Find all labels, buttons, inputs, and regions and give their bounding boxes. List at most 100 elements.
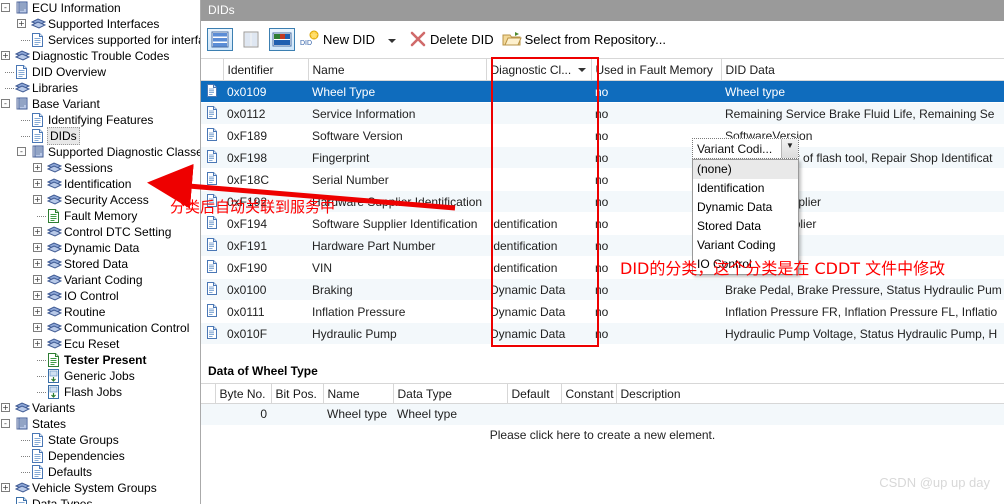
cell-name[interactable]: Braking (308, 278, 486, 301)
tree-item-routine[interactable]: + Routine (0, 304, 200, 320)
column-header-used-in-fault-memory[interactable]: Used in Fault Memory (591, 58, 722, 81)
tree-expander-icon[interactable]: + (32, 176, 45, 192)
detail-column-default[interactable]: Default (507, 383, 562, 404)
tree-item-services-supported-for-interfa[interactable]: Services supported for interfa (0, 32, 200, 48)
cell-diagnostic-class[interactable]: Dynamic Data (486, 278, 591, 301)
cell-diagnostic-class[interactable] (486, 80, 591, 103)
tree-item-stored-data[interactable]: + Stored Data (0, 256, 200, 272)
detail-view-icon[interactable] (269, 27, 295, 51)
cell-identifier[interactable]: 0xF190 (223, 257, 308, 279)
cell-used-in-fault-memory[interactable]: no (591, 278, 721, 301)
tree-item-label[interactable]: Supported Diagnostic Classes (46, 144, 200, 160)
tree-item-label[interactable]: Security Access (62, 192, 149, 208)
cell-diagnostic-class[interactable] (486, 190, 591, 213)
cell-name[interactable]: Wheel Type (308, 80, 486, 103)
create-new-element-hint-row[interactable]: Please click here to create a new elemen… (201, 424, 1004, 446)
tree-item-ecu-information[interactable]: - ECU Information (0, 0, 200, 16)
tree-item-label[interactable]: Ecu Reset (62, 336, 119, 352)
expander-glyph[interactable]: + (33, 307, 42, 316)
tree-expander-icon[interactable]: + (16, 16, 29, 32)
tree-item-label[interactable]: Control DTC Setting (62, 224, 171, 240)
cell-name[interactable]: Service Information (308, 102, 486, 125)
tree-item-states[interactable]: - States (0, 416, 200, 432)
tree-item-communication-control[interactable]: + Communication Control (0, 320, 200, 336)
tree-item-control-dtc-setting[interactable]: + Control DTC Setting (0, 224, 200, 240)
column-header-did-data[interactable]: DID Data (721, 58, 1004, 81)
expander-glyph[interactable]: + (17, 19, 26, 28)
combobox-option[interactable]: (none) (693, 160, 798, 179)
cell-name[interactable]: Fingerprint (308, 146, 486, 169)
cell-identifier[interactable]: 0xF189 (223, 125, 308, 147)
table-row[interactable]: 0xF191 Hardware Part Number Identification… (201, 234, 1004, 257)
delete-did-button[interactable]: Delete DID (409, 28, 498, 51)
tree-expander-icon[interactable]: - (0, 0, 13, 16)
select-from-repository-button[interactable]: Select from Repository... (502, 28, 670, 51)
tree-item-variant-coding[interactable]: + Variant Coding (0, 272, 200, 288)
cell-did-data[interactable]: Inflation Pressure FR, Inflation Pressur… (721, 301, 1004, 323)
detail-column-name[interactable]: Name (323, 383, 394, 404)
tree-item-dynamic-data[interactable]: + Dynamic Data (0, 240, 200, 256)
detail-cell-byte-no[interactable]: 0 (215, 403, 271, 425)
expander-glyph[interactable]: + (1, 483, 10, 492)
tree-item-label[interactable]: Communication Control (62, 320, 189, 336)
tree-item-label[interactable]: Vehicle System Groups (30, 480, 157, 496)
tree-item-base-variant[interactable]: - Base Variant (0, 96, 200, 112)
tree-item-label[interactable]: IO Control (62, 288, 119, 304)
tree-item-state-groups[interactable]: State Groups (0, 432, 200, 448)
tree-item-dids[interactable]: DIDs (0, 127, 200, 145)
tree-item-defaults[interactable]: Defaults (0, 464, 200, 480)
cell-identifier[interactable]: 0xF18C (223, 169, 308, 191)
tree-item-variants[interactable]: + Variants (0, 400, 200, 416)
cell-identifier[interactable]: 0xF198 (223, 146, 308, 169)
tree-item-io-control[interactable]: + IO Control (0, 288, 200, 304)
tree-expander-icon[interactable]: + (32, 336, 45, 352)
table-row[interactable]: 0x0111 Inflation Pressure Dynamic Data no In… (201, 301, 1004, 323)
tree-item-label[interactable]: Data Types (30, 496, 92, 504)
tree-expander-icon[interactable]: + (32, 256, 45, 272)
table-row[interactable]: 0x0100 Braking Dynamic Data no Brake Pedal, … (201, 278, 1004, 301)
detail-column-data-type[interactable]: Data Type (393, 383, 508, 404)
tree-item-flash-jobs[interactable]: Flash Jobs (0, 384, 200, 400)
tree-expander-icon[interactable]: - (0, 416, 13, 432)
cell-identifier[interactable]: 0x010F (223, 322, 308, 345)
tree-expander-icon[interactable]: - (16, 144, 29, 160)
cell-name[interactable]: Software Version (308, 125, 486, 147)
expander-glyph[interactable]: + (33, 323, 42, 332)
detail-cell-data-type[interactable]: Wheel type (393, 403, 507, 425)
tree-expander-icon[interactable]: + (32, 272, 45, 288)
table-row[interactable]: 0xF198 Fingerprint no Serial number of flas… (201, 146, 1004, 169)
tree-item-tester-present[interactable]: Tester Present (0, 352, 200, 368)
toolbar[interactable]: DID New DID Delete DID Select from Repos… (201, 21, 1004, 58)
tree-item-supported-diagnostic-classes[interactable]: - Supported Diagnostic Classes (0, 144, 200, 160)
table-row[interactable]: 0xF189 Software Version no SoftwareVersion (201, 125, 1004, 147)
cell-diagnostic-class[interactable] (486, 169, 591, 191)
tree-expander-icon[interactable]: + (32, 304, 45, 320)
expander-glyph[interactable]: + (33, 179, 42, 188)
tree-item-label[interactable]: Services supported for interfa (46, 32, 200, 48)
tree-item-label[interactable]: Variant Coding (62, 272, 143, 288)
cell-name[interactable]: VIN (308, 257, 486, 279)
combobox-option[interactable]: Identification (693, 179, 798, 198)
tree-item-label[interactable]: Tester Present (62, 352, 146, 368)
expander-glyph[interactable]: + (33, 195, 42, 204)
tree-item-label[interactable]: Dynamic Data (62, 240, 139, 256)
diagnostic-class-combobox[interactable]: Variant Codi... (692, 138, 799, 159)
table-row[interactable]: 0xF18CSerial NumbernoSerialNumber (201, 169, 1004, 191)
tree-item-label[interactable]: Flash Jobs (62, 384, 122, 400)
expander-glyph[interactable]: + (1, 51, 10, 60)
tree-item-libraries[interactable]: Libraries (0, 80, 200, 96)
tree-item-label[interactable]: Supported Interfaces (46, 16, 159, 32)
tree-expander-icon[interactable]: + (32, 192, 45, 208)
detail-column-bit-pos[interactable]: Bit Pos. (271, 383, 324, 404)
column-header-name[interactable]: Name (308, 58, 487, 81)
cell-diagnostic-class[interactable] (486, 146, 591, 169)
expander-glyph[interactable]: + (33, 227, 42, 236)
tree-item-label[interactable]: Defaults (46, 464, 92, 480)
expander-glyph[interactable]: + (33, 163, 42, 172)
split-view-icon[interactable] (238, 28, 264, 51)
tree-item-label[interactable]: Diagnostic Trouble Codes (30, 48, 169, 64)
tree-expander-icon[interactable]: + (32, 160, 45, 176)
column-header-icon[interactable] (201, 58, 224, 81)
tree-item-ecu-reset[interactable]: + Ecu Reset (0, 336, 200, 352)
tree-item-did-overview[interactable]: DID Overview (0, 64, 200, 80)
